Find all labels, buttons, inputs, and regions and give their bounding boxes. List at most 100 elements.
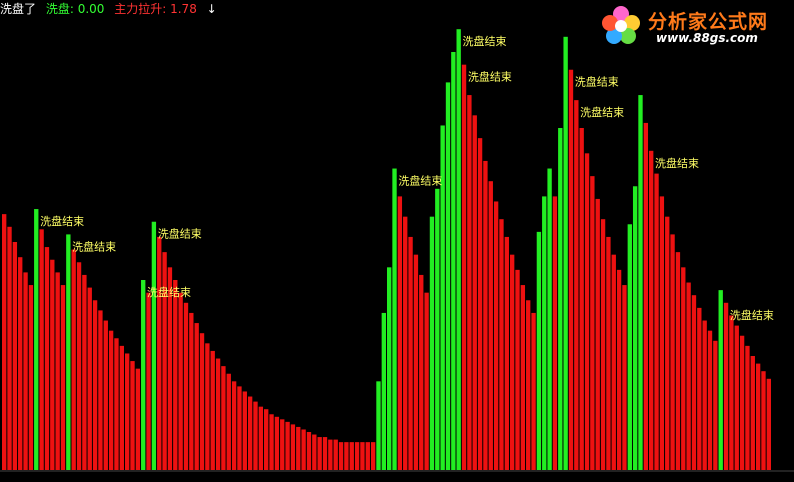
rise-bar (707, 330, 713, 470)
rise-bar (50, 259, 55, 470)
wash-bar (563, 36, 568, 471)
wash-end-annotation: 洗盘结束 (580, 105, 624, 119)
rise-bar (729, 315, 734, 470)
rise-bar (755, 363, 761, 470)
wash-end-annotation: 洗盘结束 (730, 308, 774, 322)
down-arrow-icon: ↓ (206, 2, 217, 16)
rise-bar (269, 414, 274, 470)
rise-bar (509, 254, 515, 470)
wash-bar (141, 280, 146, 470)
rise-bar (622, 285, 627, 470)
rise-bar (584, 153, 590, 470)
rise-bar (408, 236, 413, 470)
rise-bar (98, 310, 103, 470)
rise-bar (649, 150, 654, 471)
rise-bar (606, 236, 611, 470)
indicator-title: 洗盘了 (0, 2, 37, 16)
rise-bar (643, 122, 649, 471)
rise-bar (766, 378, 771, 470)
rise-bar (258, 406, 264, 470)
wash-bar (392, 168, 397, 470)
rise-bar (344, 442, 349, 470)
rise-bar (253, 401, 258, 470)
rise-bar (135, 368, 141, 470)
rise-bar (419, 274, 424, 470)
rise-bar (55, 272, 60, 470)
rise-bar (354, 442, 360, 470)
wash-bar (451, 52, 456, 470)
wash-bar (151, 221, 157, 470)
wash-end-annotation: 洗盘结束 (72, 239, 116, 253)
rise-bar (424, 292, 429, 470)
wash-end-annotation: 洗盘结束 (575, 75, 619, 89)
rise-bar (595, 198, 600, 470)
rise-bar (734, 325, 739, 470)
rise-bar (520, 285, 526, 470)
rise-bar (403, 216, 408, 470)
wash-bar (638, 95, 643, 470)
rise-bar (82, 274, 87, 470)
rise-bar (285, 421, 290, 470)
rise-bar (579, 128, 584, 470)
site-logo: 分析家公式网 www.88gs.com (598, 3, 788, 49)
wash-bar (536, 231, 542, 470)
rise-bar (194, 323, 199, 470)
rise-bar (659, 196, 665, 470)
rise-bar (296, 426, 301, 470)
rise-bar (231, 381, 237, 470)
wash-bar (718, 290, 723, 470)
rise-bar (467, 95, 472, 470)
rise-bar (301, 429, 306, 470)
rise-bar (92, 300, 98, 470)
rise-bar (504, 236, 509, 470)
rise-bar (183, 302, 189, 470)
rise-bar (515, 269, 520, 470)
wash-bar (632, 186, 638, 470)
rise-bar (590, 176, 595, 470)
rise-bar (290, 424, 296, 470)
rise-bar (654, 173, 659, 470)
rise-bar (472, 115, 477, 470)
rise-bar (108, 330, 114, 470)
rise-bar (178, 292, 183, 470)
rise-bar (526, 300, 531, 470)
rise-bar (306, 432, 312, 470)
rise-bar (44, 247, 50, 470)
rise-bar (552, 196, 558, 470)
rise-bar (413, 254, 419, 470)
wash-bar (445, 82, 451, 471)
rise-bar (670, 234, 675, 470)
logo-url: www.88gs.com (656, 31, 758, 45)
rise-bar (157, 236, 162, 470)
rise-bar (531, 312, 536, 470)
rise-bar (76, 262, 82, 470)
rise-bar (71, 249, 76, 470)
rise-bar (397, 196, 403, 470)
wash-end-annotation: 洗盘结束 (398, 174, 442, 188)
rise-bar (713, 340, 718, 470)
rise-bar (745, 345, 750, 470)
wash-end-annotation: 洗盘结束 (468, 70, 512, 84)
wash-end-annotation: 洗盘结束 (147, 285, 191, 299)
rise-bar (312, 434, 317, 470)
rise-bar (7, 226, 12, 470)
wash-value-label: 洗盘: 0.00 (45, 2, 105, 16)
rise-bar (493, 201, 499, 470)
wash-bar (387, 267, 392, 470)
wash-end-annotation: 洗盘结束 (40, 214, 84, 228)
rise-bar (723, 302, 729, 470)
rise-bar (665, 216, 670, 470)
rise-bar (189, 312, 194, 470)
rise-bar (274, 416, 280, 470)
rise-bar (333, 439, 338, 470)
wash-end-annotation: 洗盘结束 (158, 227, 202, 241)
rise-bar (60, 285, 66, 470)
logo-name: 分析家公式网 (648, 11, 769, 33)
wash-bar (34, 209, 39, 470)
rise-bar (114, 338, 119, 470)
wash-bar (542, 196, 547, 470)
rise-bar (483, 160, 488, 470)
rise-bar (280, 419, 285, 470)
rise-bar (87, 287, 92, 470)
wash-bar (456, 29, 461, 470)
